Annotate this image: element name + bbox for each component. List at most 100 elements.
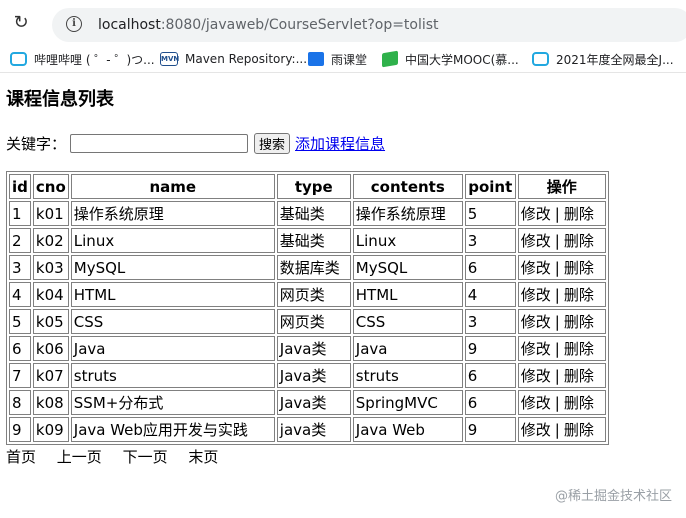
cell-contents: Java Web — [352, 417, 463, 442]
edit-link[interactable]: 修改 — [521, 313, 551, 331]
edit-link[interactable]: 修改 — [521, 394, 551, 412]
cell-type: Java类 — [276, 336, 351, 361]
search-input[interactable] — [70, 133, 249, 153]
cell-contents: HTML — [352, 282, 463, 307]
cell-cno: k05 — [32, 309, 69, 334]
edit-link[interactable]: 修改 — [521, 259, 551, 277]
cell-point: 4 — [464, 282, 516, 307]
first-page-link[interactable]: 首页 — [6, 448, 36, 466]
table-row: 7 k07 struts Java类 struts 6 修改 | 删除 — [9, 363, 606, 388]
delete-link[interactable]: 删除 — [564, 421, 594, 439]
cell-cno: k04 — [32, 282, 69, 307]
edit-link[interactable]: 修改 — [521, 286, 551, 304]
delete-link[interactable]: 删除 — [564, 367, 594, 385]
watermark: @稀土掘金技术社区 — [554, 489, 672, 504]
edit-link[interactable]: 修改 — [521, 232, 551, 250]
bookmark-label: 雨课堂 — [331, 52, 368, 67]
page-title: 课程信息列表 — [6, 89, 114, 110]
cell-type: Java类 — [276, 390, 351, 415]
cell-point: 6 — [464, 255, 516, 280]
cell-name: MySQL — [70, 255, 275, 280]
cell-cno: k06 — [32, 336, 69, 361]
table-row: 8 k08 SSM+分布式 Java类 SpringMVC 6 修改 | 删除 — [9, 390, 606, 415]
delete-link[interactable]: 删除 — [564, 232, 594, 250]
yuketang-icon — [308, 52, 324, 66]
cell-type: 基础类 — [276, 201, 351, 226]
table-header-row: id cno name type contents point 操作 — [9, 174, 606, 199]
reload-icon[interactable]: ↻ — [12, 14, 30, 32]
add-course-link[interactable]: 添加课程信息 — [295, 133, 385, 154]
bookmark-maven[interactable]: MVN Maven Repository:... — [160, 50, 307, 68]
header-contents: contents — [352, 174, 463, 199]
cell-name: 操作系统原理 — [70, 201, 275, 226]
table-row: 3 k03 MySQL 数据库类 MySQL 6 修改 | 删除 — [9, 255, 606, 280]
action-separator: | — [554, 286, 560, 304]
bilibili-icon — [532, 52, 549, 66]
cell-id: 2 — [9, 228, 31, 253]
header-cno: cno — [32, 174, 69, 199]
cell-type: 网页类 — [276, 309, 351, 334]
url-text[interactable]: localhost:8080/javaweb/CourseServlet?op=… — [98, 16, 439, 34]
cell-actions: 修改 | 删除 — [517, 282, 606, 307]
cell-contents: 操作系统原理 — [352, 201, 463, 226]
mooc-icon — [382, 50, 398, 68]
browser-toolbar: ↻ i localhost:8080/javaweb/CourseServlet… — [0, 0, 686, 44]
action-separator: | — [554, 259, 560, 277]
delete-link[interactable]: 删除 — [564, 286, 594, 304]
cell-name: HTML — [70, 282, 275, 307]
next-page-link[interactable]: 下一页 — [123, 448, 168, 466]
cell-id: 8 — [9, 390, 31, 415]
action-separator: | — [554, 394, 560, 412]
cell-id: 1 — [9, 201, 31, 226]
cell-cno: k07 — [32, 363, 69, 388]
info-icon[interactable]: i — [66, 16, 82, 32]
table-row: 2 k02 Linux 基础类 Linux 3 修改 | 删除 — [9, 228, 606, 253]
delete-link[interactable]: 删除 — [564, 259, 594, 277]
cell-cno: k08 — [32, 390, 69, 415]
bookmark-label: 2021年度全网最全J... — [556, 52, 674, 67]
edit-link[interactable]: 修改 — [521, 421, 551, 439]
cell-type: Java类 — [276, 363, 351, 388]
bookmark-java[interactable]: 2021年度全网最全J... — [532, 50, 674, 68]
bookmark-label: 中国大学MOOC(慕... — [405, 52, 519, 67]
search-form: 关键字： 搜索 添加课程信息 — [6, 132, 385, 154]
cell-type: 网页类 — [276, 282, 351, 307]
bookmark-mooc[interactable]: 中国大学MOOC(慕... — [382, 50, 519, 68]
bookmark-yuketang[interactable]: 雨课堂 — [308, 50, 367, 68]
cell-type: 基础类 — [276, 228, 351, 253]
cell-name: Linux — [70, 228, 275, 253]
table-row: 5 k05 CSS 网页类 CSS 3 修改 | 删除 — [9, 309, 606, 334]
last-page-link[interactable]: 末页 — [188, 448, 218, 466]
delete-link[interactable]: 删除 — [564, 205, 594, 223]
cell-contents: MySQL — [352, 255, 463, 280]
search-button[interactable]: 搜索 — [254, 132, 291, 154]
cell-cno: k03 — [32, 255, 69, 280]
cell-name: CSS — [70, 309, 275, 334]
table-row: 9 k09 Java Web应用开发与实践 java类 Java Web 9 修改 | 删除 — [9, 417, 606, 442]
edit-link[interactable]: 修改 — [521, 340, 551, 358]
edit-link[interactable]: 修改 — [521, 367, 551, 385]
cell-name: SSM+分布式 — [70, 390, 275, 415]
cell-name: Java — [70, 336, 275, 361]
address-bar[interactable]: i localhost:8080/javaweb/CourseServlet?o… — [52, 8, 686, 42]
table-row: 1 k01 操作系统原理 基础类 操作系统原理 5 修改 | 删除 — [9, 201, 606, 226]
delete-link[interactable]: 删除 — [564, 313, 594, 331]
cell-id: 6 — [9, 336, 31, 361]
cell-actions: 修改 | 删除 — [517, 309, 606, 334]
header-name: name — [70, 174, 275, 199]
cell-contents: CSS — [352, 309, 463, 334]
delete-link[interactable]: 删除 — [564, 340, 594, 358]
delete-link[interactable]: 删除 — [564, 394, 594, 412]
prev-page-link[interactable]: 上一页 — [57, 448, 102, 466]
cell-id: 4 — [9, 282, 31, 307]
cell-point: 9 — [464, 336, 516, 361]
bookmark-bilibili[interactable]: 哔哩哔哩 ( ゜- ゜)つ... — [10, 50, 155, 68]
cell-actions: 修改 | 删除 — [517, 417, 606, 442]
cell-actions: 修改 | 删除 — [517, 390, 606, 415]
action-separator: | — [554, 421, 560, 439]
edit-link[interactable]: 修改 — [521, 205, 551, 223]
bookmark-label: 哔哩哔哩 ( ゜- ゜)つ... — [34, 52, 155, 67]
cell-type: java类 — [276, 417, 351, 442]
search-label: 关键字： — [6, 134, 67, 153]
action-separator: | — [554, 232, 560, 250]
